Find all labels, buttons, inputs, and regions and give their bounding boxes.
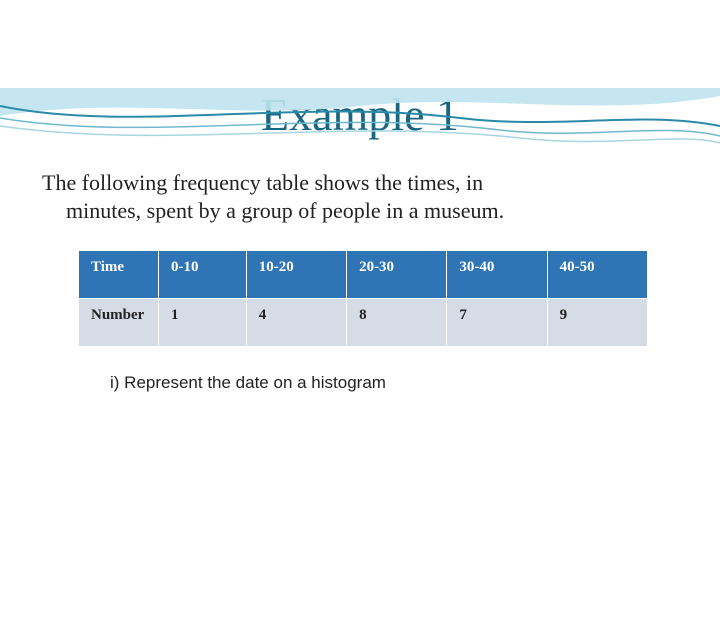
time-cell: 20-30 [347, 251, 447, 299]
body-text: The following frequency table shows the … [42, 169, 678, 224]
table-row: Number 1 4 8 7 9 [79, 299, 648, 347]
number-cell: 9 [547, 299, 647, 347]
table-row: Time 0-10 10-20 20-30 30-40 40-50 [79, 251, 648, 299]
slide-title: Example 1 [0, 88, 720, 141]
instruction-text: i) Represent the date on a histogram [110, 373, 720, 393]
time-cell: 30-40 [447, 251, 547, 299]
row-label-time: Time [79, 251, 159, 299]
frequency-table: Time 0-10 10-20 20-30 30-40 40-50 Number… [78, 250, 648, 347]
number-cell: 8 [347, 299, 447, 347]
time-cell: 40-50 [547, 251, 647, 299]
number-cell: 1 [159, 299, 247, 347]
time-cell: 10-20 [246, 251, 346, 299]
body-line1: The following frequency table shows the … [42, 170, 483, 195]
time-cell: 0-10 [159, 251, 247, 299]
number-cell: 7 [447, 299, 547, 347]
row-label-number: Number [79, 299, 159, 347]
body-line2: minutes, spent by a group of people in a… [42, 197, 678, 225]
number-cell: 4 [246, 299, 346, 347]
